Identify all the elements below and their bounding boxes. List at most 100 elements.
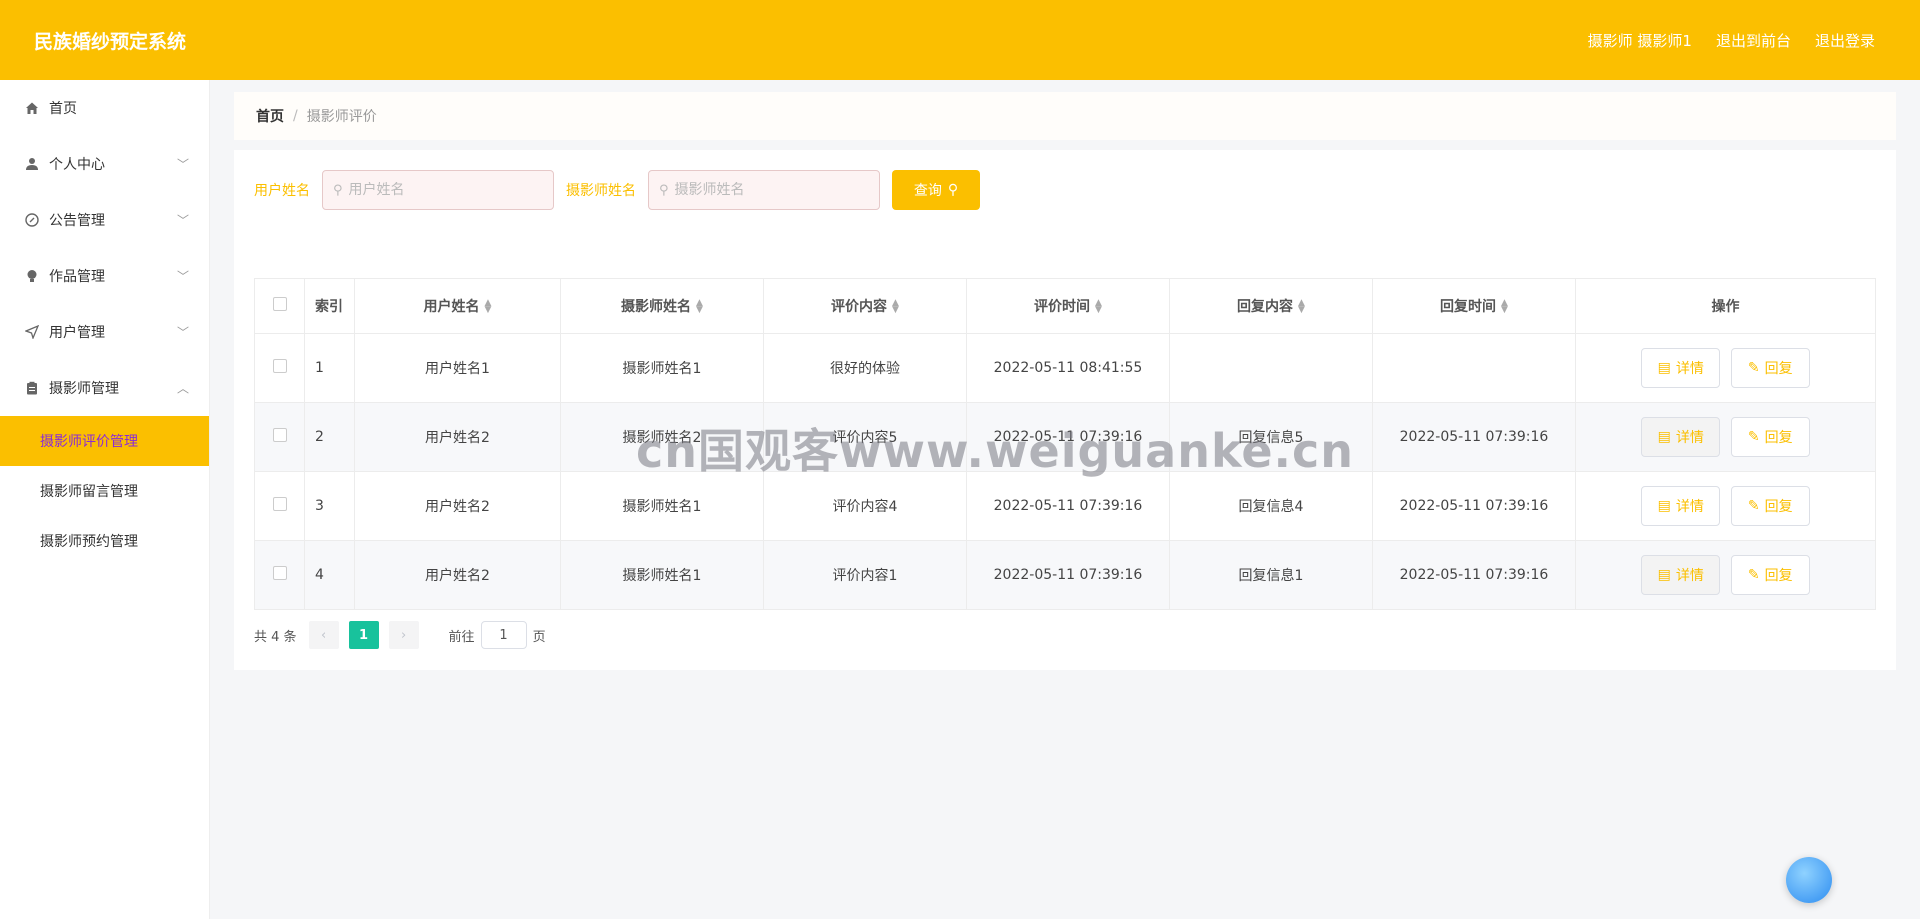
sort-icon[interactable]: ▲ ▼ <box>1501 299 1508 315</box>
photographer-name-input[interactable] <box>674 182 865 198</box>
col-header-index: 索引 <box>304 278 355 334</box>
chevron-down-icon: ﹀ <box>176 269 189 284</box>
submenu-item-photographer-booking[interactable]: 摄影师预约管理 <box>0 516 209 566</box>
pagination-total: 共 4 条 <box>254 629 297 645</box>
select-all-cell <box>254 278 305 334</box>
home-icon <box>24 100 40 116</box>
col-header-label: 评价时间 <box>1034 299 1091 315</box>
search-icon: ⚲ <box>947 182 959 198</box>
photographer-name-label: 摄影师姓名 <box>566 183 636 199</box>
detail-button[interactable]: ▤ 详情 <box>1641 555 1721 595</box>
sort-icon[interactable]: ▲ ▼ <box>485 299 492 315</box>
col-header-reply-content[interactable]: 回复内容 ▲ ▼ <box>1169 278 1373 334</box>
sidebar-item-photographer[interactable]: 摄影师管理 ︿ <box>0 360 209 416</box>
exit-to-front-link[interactable]: 退出到前台 <box>1716 30 1791 51</box>
logout-link[interactable]: 退出登录 <box>1815 30 1875 51</box>
document-icon: ▤ <box>1657 429 1671 445</box>
reply-button-label: 回复 <box>1764 361 1793 377</box>
page-suffix-label: 页 <box>532 629 546 645</box>
row-checkbox[interactable] <box>272 359 287 373</box>
cell-photographer-name: 摄影师姓名1 <box>560 540 764 610</box>
cell-reply-time: 2022-05-11 07:39:16 <box>1372 540 1576 610</box>
cell-reply-time: 2022-05-11 07:39:16 <box>1372 471 1576 541</box>
reply-button[interactable]: ✎ 回复 <box>1730 417 1810 457</box>
photographer-name-search-field[interactable]: ⚲ <box>648 170 880 210</box>
reply-button[interactable]: ✎ 回复 <box>1730 348 1810 388</box>
reply-button[interactable]: ✎ 回复 <box>1730 555 1810 595</box>
detail-button[interactable]: ▤ 详情 <box>1641 417 1721 457</box>
row-select-cell <box>254 402 305 472</box>
reply-button-label: 回复 <box>1764 499 1793 515</box>
table-row: 1 用户姓名1 摄影师姓名1 很好的体验 2022-05-11 08:41:55… <box>254 333 1876 403</box>
chevron-up-icon: ︿ <box>176 381 189 396</box>
select-all-checkbox[interactable] <box>272 297 287 311</box>
cell-photographer-name: 摄影师姓名2 <box>560 402 764 472</box>
sidebar-item-works[interactable]: 作品管理 ﹀ <box>0 248 209 304</box>
row-checkbox[interactable] <box>272 428 287 442</box>
sort-icon[interactable]: ▲ ▼ <box>1095 299 1102 315</box>
current-user-label[interactable]: 摄影师 摄影师1 <box>1588 30 1692 51</box>
bulb-icon <box>24 268 40 284</box>
sidebar-item-users[interactable]: 用户管理 ﹀ <box>0 304 209 360</box>
row-select-cell <box>254 540 305 610</box>
col-header-user-name[interactable]: 用户姓名 ▲ ▼ <box>354 278 561 334</box>
cell-review-content: 评价内容4 <box>763 471 967 541</box>
reply-button[interactable]: ✎ 回复 <box>1730 486 1810 526</box>
table-header-row: 索引 用户姓名 ▲ ▼ 摄影师姓名 ▲ ▼ 评价内容 ▲ ▼ 评价时间 ▲ ▼ 回复内容 ▲ ▼ 回… <box>254 278 1876 334</box>
col-header-photographer-name[interactable]: 摄影师姓名 ▲ ▼ <box>560 278 764 334</box>
breadcrumb-home[interactable]: 首页 <box>256 106 284 126</box>
sort-icon[interactable]: ▲ ▼ <box>696 299 703 315</box>
sort-icon[interactable]: ▲ ▼ <box>892 299 899 315</box>
cell-reply-content: 回复信息4 <box>1169 471 1373 541</box>
goto-page-input[interactable] <box>480 621 527 649</box>
cell-user-name: 用户姓名2 <box>354 471 561 541</box>
breadcrumb-separator: / <box>293 108 298 124</box>
cell-review-content: 很好的体验 <box>763 333 967 403</box>
page-number-button[interactable]: 1 <box>348 621 379 649</box>
sidebar-item-notice[interactable]: 公告管理 ﹀ <box>0 192 209 248</box>
col-header-actions: 操作 <box>1575 278 1876 334</box>
document-icon: ▤ <box>1657 567 1671 583</box>
goto-label: 前往 <box>448 629 475 645</box>
cell-review-time: 2022-05-11 08:41:55 <box>966 333 1170 403</box>
col-header-label: 用户姓名 <box>423 299 480 315</box>
top-header: 民族婚纱预定系统 摄影师 摄影师1 退出到前台 退出登录 <box>0 0 1920 80</box>
chevron-down-icon: ﹀ <box>176 213 189 228</box>
chevron-left-icon: ‹ <box>320 627 327 643</box>
query-button[interactable]: 查询 ⚲ <box>892 170 980 210</box>
col-header-review-time[interactable]: 评价时间 ▲ ▼ <box>966 278 1170 334</box>
edit-icon: ✎ <box>1747 429 1760 445</box>
row-checkbox[interactable] <box>272 497 287 511</box>
chevron-right-icon: › <box>400 627 407 643</box>
submenu-item-photographer-message[interactable]: 摄影师留言管理 <box>0 466 209 516</box>
col-header-review-content[interactable]: 评价内容 ▲ ▼ <box>763 278 967 334</box>
detail-button-label: 详情 <box>1675 430 1704 446</box>
sidebar-item-label: 公告管理 <box>49 213 105 229</box>
chevron-down-icon: ﹀ <box>176 157 189 172</box>
cell-index: 3 <box>304 471 355 541</box>
sort-icon[interactable]: ▲ ▼ <box>1298 299 1305 315</box>
detail-button[interactable]: ▤ 详情 <box>1641 348 1721 388</box>
chevron-down-icon: ﹀ <box>176 325 189 340</box>
submenu-item-photographer-review[interactable]: 摄影师评价管理 <box>0 416 209 466</box>
col-header-reply-time[interactable]: 回复时间 ▲ ▼ <box>1372 278 1576 334</box>
cell-user-name: 用户姓名1 <box>354 333 561 403</box>
detail-button[interactable]: ▤ 详情 <box>1641 486 1721 526</box>
cell-user-name: 用户姓名2 <box>354 402 561 472</box>
row-checkbox[interactable] <box>272 566 287 580</box>
user-name-search-field[interactable]: ⚲ <box>322 170 554 210</box>
sidebar-item-profile[interactable]: 个人中心 ﹀ <box>0 136 209 192</box>
user-icon <box>24 156 40 172</box>
cell-review-time: 2022-05-11 07:39:16 <box>966 471 1170 541</box>
detail-button-label: 详情 <box>1675 568 1704 584</box>
user-name-input[interactable] <box>348 182 539 198</box>
cell-review-time: 2022-05-11 07:39:16 <box>966 402 1170 472</box>
edit-icon: ✎ <box>1747 567 1760 583</box>
breadcrumb: 首页 / 摄影师评价 <box>234 92 1896 140</box>
col-header-label: 回复内容 <box>1237 299 1294 315</box>
next-page-button[interactable]: › <box>388 621 419 649</box>
cell-reply-content <box>1169 333 1373 403</box>
sidebar-item-home[interactable]: 首页 <box>0 80 209 136</box>
prev-page-button[interactable]: ‹ <box>308 621 339 649</box>
floating-assistant-button[interactable] <box>1786 857 1832 903</box>
